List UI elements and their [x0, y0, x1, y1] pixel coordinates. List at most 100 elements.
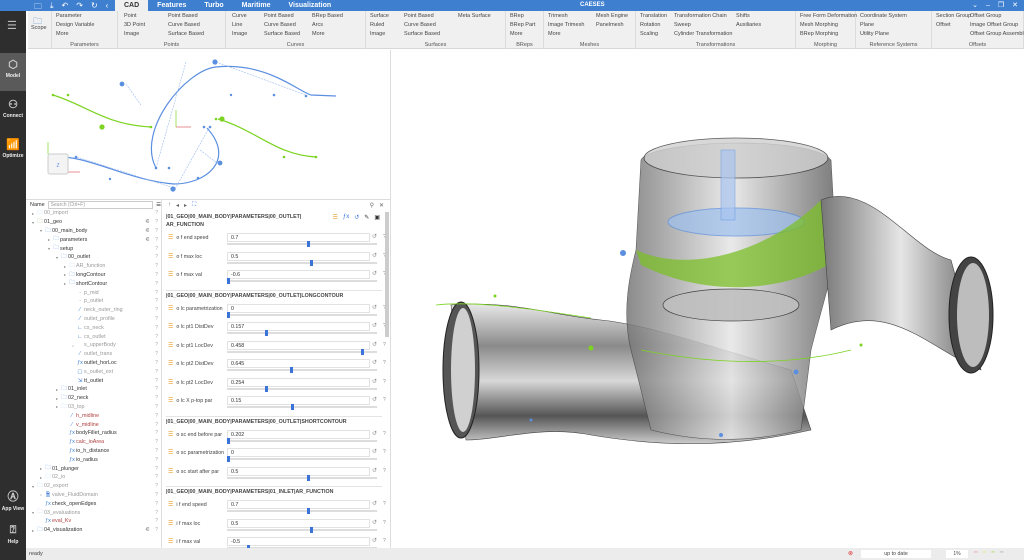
- ribbon-arcs-button[interactable]: Arcs: [312, 22, 323, 28]
- tab-cad[interactable]: CAD: [115, 0, 149, 11]
- parameter-value-input[interactable]: 0.202: [227, 429, 370, 439]
- slider-handle[interactable]: [307, 241, 311, 247]
- expand-toggle-icon[interactable]: •: [70, 343, 76, 348]
- parameter-slider[interactable]: [227, 474, 377, 481]
- help-icon[interactable]: ?: [155, 281, 158, 287]
- tree-row[interactable]: ƒx eval_Kv?: [26, 517, 161, 526]
- slider-settings-icon[interactable]: ⚟: [145, 237, 150, 243]
- ribbon-more-button[interactable]: More: [56, 31, 69, 37]
- help-icon[interactable]: ?: [155, 263, 158, 269]
- reset-icon[interactable]: ↺: [372, 537, 377, 544]
- tree-row[interactable]: ▾ 🗀 02_export?: [26, 482, 161, 491]
- slider-handle[interactable]: [227, 278, 230, 284]
- ribbon-transformation-chain-button[interactable]: Transformation Chain: [674, 13, 727, 19]
- slider-handle[interactable]: [291, 404, 295, 410]
- parameter-slider[interactable]: [227, 456, 377, 462]
- ribbon-surface-button[interactable]: Surface: [370, 13, 389, 19]
- parameter-slider[interactable]: [227, 367, 377, 373]
- slider-settings-icon[interactable]: ⚟: [145, 527, 150, 533]
- reset-icon[interactable]: ↺: [372, 378, 377, 385]
- parameter-slider[interactable]: [227, 311, 377, 318]
- parameter-value-input[interactable]: 0: [227, 303, 370, 313]
- menu-icon[interactable]: ☰: [7, 19, 17, 32]
- tree-row[interactable]: ⁄ outlet_profile?: [26, 315, 161, 324]
- help-icon[interactable]: ?: [155, 474, 158, 480]
- ribbon-cylinder-transformation-button[interactable]: Cylinder Transformation: [674, 31, 732, 37]
- scope-button[interactable]: Scope: [31, 25, 47, 31]
- search-icon[interactable]: ⚲: [370, 202, 374, 209]
- help-icon[interactable]: ?: [155, 492, 158, 498]
- ribbon-brep-based-button[interactable]: BRep Based: [312, 13, 343, 19]
- parameter-slider[interactable]: [227, 437, 377, 444]
- arrow-up-icon[interactable]: ↑: [168, 202, 171, 208]
- help-icon[interactable]: ?: [155, 457, 158, 463]
- ribbon-auxiliaries-button[interactable]: Auxiliaries: [736, 22, 761, 28]
- help-icon[interactable]: ?: [155, 527, 158, 533]
- tree-row[interactable]: · p_outlet?: [26, 297, 161, 306]
- error-icon[interactable]: ⊗: [848, 550, 853, 557]
- help-icon[interactable]: ?: [383, 431, 386, 437]
- ribbon-parameter-button[interactable]: Parameter: [56, 13, 82, 19]
- help-icon[interactable]: ?: [155, 290, 158, 296]
- help-icon[interactable]: ?: [155, 228, 158, 234]
- tree-row[interactable]: ▸ 🗀 longContour?: [26, 271, 161, 280]
- tab-visualization[interactable]: Visualization: [279, 0, 340, 11]
- parameter-slider[interactable]: [227, 508, 377, 514]
- slider-handle[interactable]: [264, 385, 268, 392]
- slider-handle[interactable]: [361, 348, 365, 355]
- help-icon[interactable]: ?: [383, 397, 386, 403]
- tree-row[interactable]: ▸ 🗀 04_visualization ⚟?: [26, 526, 161, 535]
- sketch-canvas[interactable]: Z: [26, 50, 390, 200]
- parameter-value-input[interactable]: 0.254: [227, 377, 370, 387]
- help-icon[interactable]: ?: [155, 466, 158, 472]
- ribbon-brep-morphing-button[interactable]: BRep Morphing: [800, 31, 838, 37]
- tree-row[interactable]: ▸ 🗀 00_import?: [26, 209, 161, 218]
- tree-row[interactable]: ▸ 🗀 01_plunger?: [26, 464, 161, 473]
- ribbon-utility-plane-button[interactable]: Utility Plane: [860, 31, 889, 37]
- ribbon-scaling-button[interactable]: Scaling: [640, 31, 658, 37]
- ribbon-sweep-button[interactable]: Sweep: [674, 22, 691, 28]
- ribbon-meta-surface-button[interactable]: Meta Surface: [458, 13, 491, 19]
- scrollbar[interactable]: [385, 212, 389, 337]
- reset-icon[interactable]: ↺: [372, 430, 377, 437]
- tree-row[interactable]: ▸ 🗀 AR_function?: [26, 262, 161, 271]
- ribbon-offset-group-button[interactable]: Offset Group: [970, 13, 1001, 19]
- reset-icon[interactable]: ↺: [372, 396, 377, 403]
- tree-row[interactable]: ∟ cs_outlet?: [26, 332, 161, 341]
- ribbon-coordinate-system-button[interactable]: Coordinate System: [860, 13, 907, 19]
- help-icon[interactable]: ?: [155, 430, 158, 436]
- 2d-sketch-view[interactable]: Z: [26, 50, 390, 200]
- slider-handle[interactable]: [310, 259, 314, 266]
- help-icon[interactable]: ?: [155, 342, 158, 348]
- minimize-button[interactable]: –: [986, 0, 990, 11]
- slider-handle[interactable]: [307, 474, 311, 481]
- select-icon[interactable]: ⛶: [192, 202, 196, 209]
- tree-row[interactable]: ▾ 🗀 01_geo ⚟?: [26, 218, 161, 227]
- tree-row[interactable]: ▸ 🗀 03_top?: [26, 403, 161, 412]
- tree-row[interactable]: ▢ s_outlet_ext?: [26, 367, 161, 376]
- help-icon[interactable]: ?: [155, 272, 158, 278]
- reset-icon[interactable]: ↺: [372, 322, 377, 329]
- nav-connect[interactable]: ⚇ Connect: [0, 93, 26, 129]
- slider-settings-icon[interactable]: ⚟: [145, 228, 150, 234]
- ribbon-curve-button[interactable]: Curve: [232, 13, 247, 19]
- tree-row[interactable]: ƒx check_openEdges?: [26, 499, 161, 508]
- tree-row[interactable]: ▸ 🗀 02_io?: [26, 473, 161, 482]
- chevron-down-icon[interactable]: ⌄: [972, 0, 978, 11]
- help-icon[interactable]: ?: [155, 439, 158, 445]
- help-icon[interactable]: ?: [155, 395, 158, 401]
- ribbon-line-button[interactable]: Line: [232, 22, 242, 28]
- ribbon-trimesh-button[interactable]: Trimesh: [548, 13, 568, 19]
- tree-row[interactable]: ƒx io_h_distance?: [26, 447, 161, 456]
- parameter-slider[interactable]: [227, 241, 377, 247]
- ribbon-surface-based-button[interactable]: Surface Based: [168, 31, 204, 37]
- ribbon-more-button[interactable]: More: [510, 31, 523, 37]
- help-icon[interactable]: ?: [155, 237, 158, 243]
- parameter-value-input[interactable]: 0.5: [227, 466, 370, 476]
- help-icon[interactable]: ?: [155, 518, 158, 524]
- tree-row[interactable]: ▸ 🗀 01_inlet?: [26, 385, 161, 394]
- tree-row[interactable]: ▸ 🗀 shortContour?: [26, 279, 161, 288]
- tree-row[interactable]: ƒx calc_ioArea?: [26, 438, 161, 447]
- ribbon-section-group-button[interactable]: Section Group: [936, 13, 971, 19]
- ribbon-point-based-button[interactable]: Point Based: [264, 13, 294, 19]
